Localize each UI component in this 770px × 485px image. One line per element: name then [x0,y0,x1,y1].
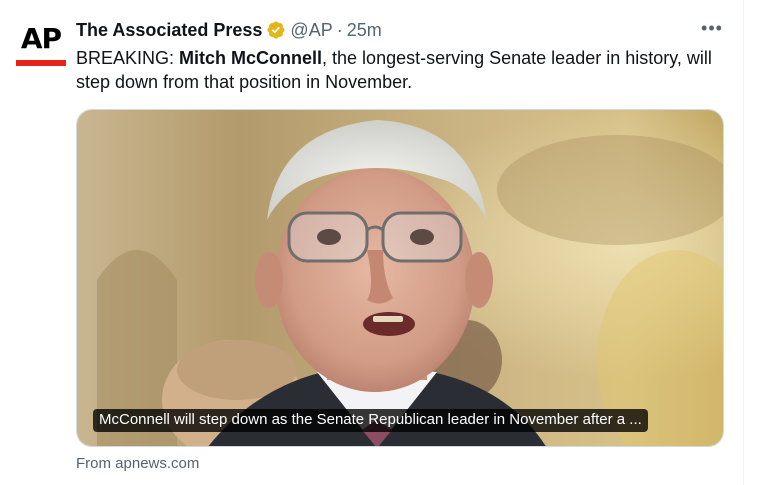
timeline-divider [743,0,744,485]
ap-logo-bar [16,60,66,66]
mcconnell-photo [77,110,723,446]
breaking-prefix: BREAKING: [76,48,180,68]
timestamp[interactable]: 25m [347,20,382,41]
tweet-header: The Associated Press @AP · 25m [76,18,382,42]
more-options-icon[interactable]: ••• [700,16,724,40]
account-handle[interactable]: @AP [290,20,332,41]
separator-dot: · [336,19,343,40]
display-name[interactable]: The Associated Press [76,20,262,41]
link-card-image[interactable]: McConnell will step down as the Senate R… [76,109,724,447]
tweet-text: BREAKING: Mitch McConnell, the longest-s… [76,46,736,94]
card-caption: McConnell will step down as the Senate R… [93,409,648,432]
verified-badge-icon[interactable] [266,20,286,40]
avatar[interactable]: AP [16,22,66,68]
ap-logo-text: AP [20,22,62,55]
card-source-link[interactable]: From apnews.com [76,455,199,472]
bold-name: Mitch McConnell [179,48,323,68]
